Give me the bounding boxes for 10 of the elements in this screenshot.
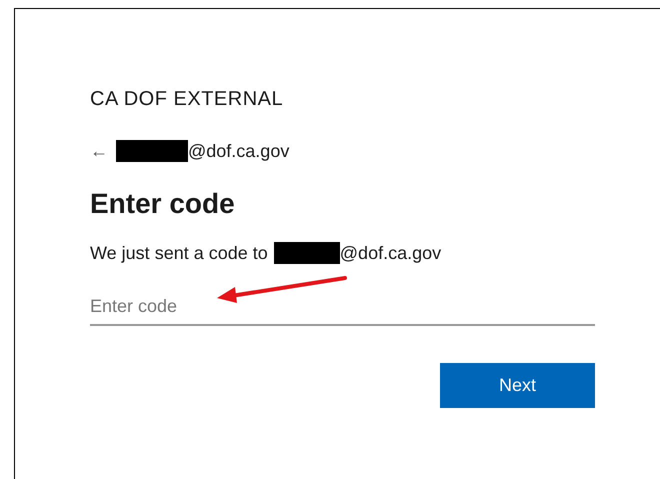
next-button[interactable]: Next [440,363,595,408]
email-domain: @dof.ca.gov [188,140,290,163]
code-input-field[interactable]: Enter code [90,288,595,326]
code-sent-message: We just sent a code to [90,242,268,265]
email-domain: @dof.ca.gov [340,242,442,265]
redaction-mark [274,242,340,264]
redaction-mark [116,140,188,162]
page-heading: Enter code [90,187,236,221]
back-button[interactable]: ← [90,142,108,160]
brand-name: CA DOF EXTERNAL [90,87,284,111]
